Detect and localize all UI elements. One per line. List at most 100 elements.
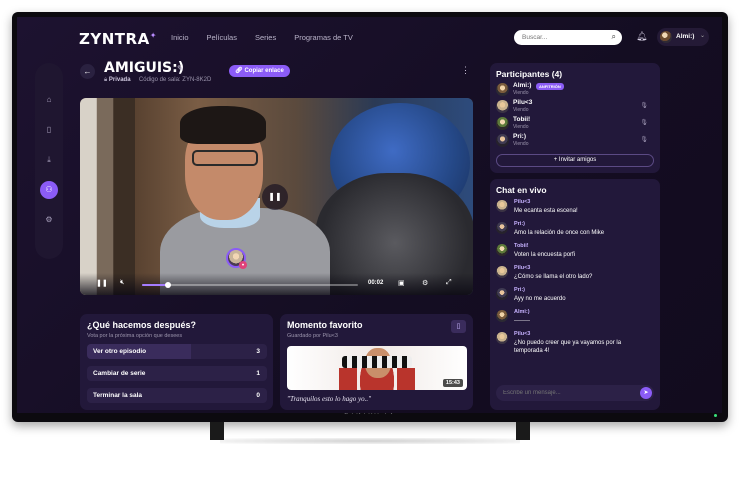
pause-button[interactable]: ❚❚ <box>262 184 288 210</box>
avatar <box>496 100 509 113</box>
poll-card: ¿Qué hacemos después? Vota por la próxim… <box>80 314 273 410</box>
video-player[interactable]: ❚❚ ♥ ❚❚ 🔇︎ 00:02 ▣ ⚙ ⤢ <box>80 98 473 295</box>
home-icon[interactable]: ⌂ <box>40 91 58 109</box>
chevron-down-icon: ⌄ <box>699 33 705 39</box>
mic-icon[interactable]: 🎙︎ <box>640 102 648 109</box>
search-icon[interactable]: ⌕ <box>612 32 616 42</box>
more-options-icon[interactable]: ⋮ <box>461 65 470 76</box>
chat-text: ¿Cómo se llama el otro lado? <box>514 274 593 280</box>
bookmark-icon[interactable]: ▯ <box>451 320 466 333</box>
poll-option[interactable]: Cambiar de serie 1 <box>87 366 267 381</box>
poll-option-count: 0 <box>256 392 260 399</box>
chat-user: Tobii! <box>514 243 529 249</box>
mic-icon[interactable]: 🎙︎ <box>640 119 648 126</box>
thumb-sunglasses <box>342 356 412 368</box>
video-scene-glasses <box>192 150 258 166</box>
copy-link-button[interactable]: 🔗︎ Copiar enlace <box>229 65 290 77</box>
plus-icon: + <box>553 157 558 163</box>
chat-text: Ayy no me acuerdo <box>514 296 566 302</box>
pencil-icon[interactable]: ✎ <box>177 64 184 73</box>
favorite-timestamp: 15:43 <box>442 379 463 387</box>
avatar <box>660 31 672 43</box>
chat-text: -------- <box>514 318 530 324</box>
top-nav: Inicio Películas Series Programas de TV <box>171 33 353 42</box>
chat-user: Pilu<3 <box>514 199 531 205</box>
room-privacy: Privada <box>108 77 131 83</box>
favorite-moment-card: Momento favorito Guardado por Pilu<3 ▯ 1… <box>280 314 473 410</box>
player-controls: ❚❚ 🔇︎ 00:02 ▣ ⚙ ⤢ <box>80 273 473 295</box>
side-rail: ⌂ ▯ ⤓ ⚇ ⚙ <box>35 63 63 259</box>
invite-friends-button[interactable]: + Invitar amigos <box>496 154 654 167</box>
favorite-thumbnail[interactable]: 15:43 <box>287 346 467 390</box>
mute-icon[interactable]: 🔇︎ <box>120 279 124 287</box>
participant-row[interactable]: Almi:) ANFITRIÓN Viendo <box>496 82 654 98</box>
avatar <box>496 222 508 234</box>
room-title: AMIGUIS:) <box>104 60 185 76</box>
thumb-arm-right <box>397 368 415 390</box>
thumb-arm-left <box>339 368 357 390</box>
avatar <box>496 117 509 130</box>
seek-bar[interactable] <box>142 282 358 288</box>
search-box: ⌕ <box>514 30 622 45</box>
download-icon[interactable]: ⤓ <box>40 151 58 169</box>
chat-text: Voten la encuesta porfi <box>514 252 576 258</box>
poll-option-label: Cambiar de serie <box>93 370 146 377</box>
avatar <box>496 83 509 96</box>
lock-icon: 🔒︎ <box>104 77 108 83</box>
chat-title: Chat en vivo <box>496 185 547 195</box>
avatar <box>496 332 508 344</box>
subtitles-icon[interactable]: ▣ <box>398 279 405 287</box>
nav-peliculas[interactable]: Películas <box>207 33 237 42</box>
avatar <box>496 134 509 147</box>
settings-icon[interactable]: ⚙ <box>422 279 428 287</box>
send-icon[interactable]: ➤ <box>640 387 652 399</box>
bell-icon[interactable]: 🔔︎ <box>636 31 647 42</box>
search-input[interactable] <box>522 32 602 43</box>
poll-subtitle: Vota por la próxima opción que desees <box>87 333 183 339</box>
poll-option[interactable]: Ver otro episodio 3 <box>87 344 267 359</box>
mic-icon[interactable]: 🎙︎ <box>640 136 648 143</box>
participants-panel: Participantes (4) Almi:) ANFITRIÓN Viend… <box>490 63 660 173</box>
pause-icon[interactable]: ❚❚ <box>96 279 108 287</box>
avatar <box>496 266 508 278</box>
app-logo[interactable]: ZYNTRA✦ <box>79 30 157 48</box>
participant-status: Viendo <box>513 107 529 113</box>
participant-status: Viendo <box>513 90 529 96</box>
participant-row[interactable]: Pri:) Viendo 🎙︎ <box>496 133 654 149</box>
participant-status: Viendo <box>513 141 529 147</box>
video-scene-door <box>80 98 135 295</box>
room-code-label: Código de sala: <box>138 77 181 83</box>
participant-row[interactable]: Pilu<3 Viendo 🎙︎ <box>496 99 654 115</box>
chat-user: Pilu<3 <box>514 331 531 337</box>
nav-inicio[interactable]: Inicio <box>171 33 189 42</box>
chat-input-box: ➤ <box>496 385 654 401</box>
participants-title: Participantes (4) <box>496 69 563 79</box>
chat-input[interactable] <box>503 388 623 398</box>
poll-option-count: 1 <box>256 370 260 377</box>
nav-programas[interactable]: Programas de TV <box>294 33 353 42</box>
user-name: Almi:) <box>676 33 695 40</box>
chat-user: Pilu<3 <box>514 265 531 271</box>
nav-series[interactable]: Series <box>255 33 276 42</box>
participant-row[interactable]: Tobii! Viendo 🎙︎ <box>496 116 654 132</box>
chat-text: Amo la relación de once con Mike <box>514 230 605 236</box>
poll-option[interactable]: Terminar la sala 0 <box>87 388 267 403</box>
favorite-title: Momento favorito <box>287 320 363 330</box>
seek-handle[interactable] <box>164 282 171 288</box>
participant-status: Viendo <box>513 124 529 130</box>
tv-power-led <box>714 414 717 417</box>
avatar <box>496 288 508 300</box>
poll-option-count: 3 <box>256 348 260 355</box>
fullscreen-icon[interactable]: ⤢ <box>446 279 452 287</box>
user-menu[interactable]: Almi:) ⌄ <box>657 28 709 46</box>
gear-icon[interactable]: ⚙ <box>40 211 58 229</box>
chat-user: Pri:) <box>514 221 525 227</box>
back-button[interactable]: ← <box>80 64 95 79</box>
room-code: ZYN-8K2D <box>182 77 212 83</box>
watch-party-icon[interactable]: ⚇ <box>40 181 58 199</box>
chat-text: Me ecanta esta escena! <box>514 208 578 214</box>
favorite-quote: "Tranquilos esto lo hago yo.." <box>287 395 372 403</box>
participant-name: Almi:) <box>513 82 532 89</box>
bookmark-icon[interactable]: ▯ <box>40 121 58 139</box>
poll-title: ¿Qué hacemos después? <box>87 320 197 330</box>
